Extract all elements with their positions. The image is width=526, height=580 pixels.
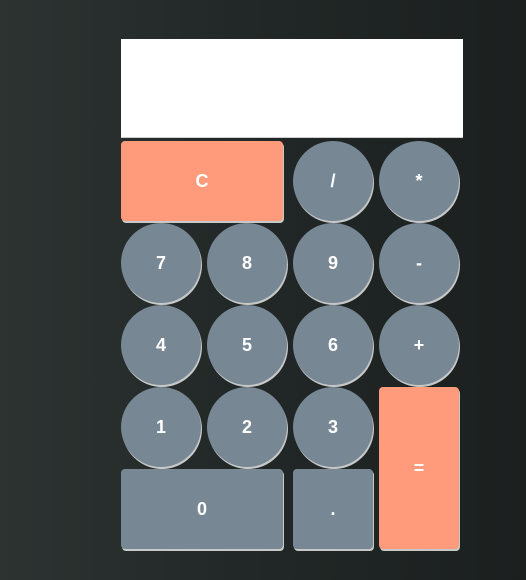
digit-7-button[interactable]: 7 bbox=[121, 223, 201, 303]
digit-0-button[interactable]: 0 bbox=[121, 469, 283, 549]
digit-9-button[interactable]: 9 bbox=[293, 223, 373, 303]
digit-3-button[interactable]: 3 bbox=[293, 387, 373, 467]
digit-6-button[interactable]: 6 bbox=[293, 305, 373, 385]
digit-2-button[interactable]: 2 bbox=[207, 387, 287, 467]
minus-button[interactable]: - bbox=[379, 223, 459, 303]
calculator-display bbox=[121, 39, 463, 138]
multiply-button[interactable]: * bbox=[379, 141, 459, 221]
clear-button[interactable]: C bbox=[121, 141, 283, 221]
digit-8-button[interactable]: 8 bbox=[207, 223, 287, 303]
digit-5-button[interactable]: 5 bbox=[207, 305, 287, 385]
equals-button[interactable]: = bbox=[379, 387, 459, 549]
digit-4-button[interactable]: 4 bbox=[121, 305, 201, 385]
keypad: C / * 7 8 9 - 4 5 6 + 1 2 3 = 0 . bbox=[121, 141, 463, 551]
divide-button[interactable]: / bbox=[293, 141, 373, 221]
calculator: C / * 7 8 9 - 4 5 6 + 1 2 3 = 0 . bbox=[121, 39, 463, 551]
plus-button[interactable]: + bbox=[379, 305, 459, 385]
decimal-button[interactable]: . bbox=[293, 469, 373, 549]
digit-1-button[interactable]: 1 bbox=[121, 387, 201, 467]
